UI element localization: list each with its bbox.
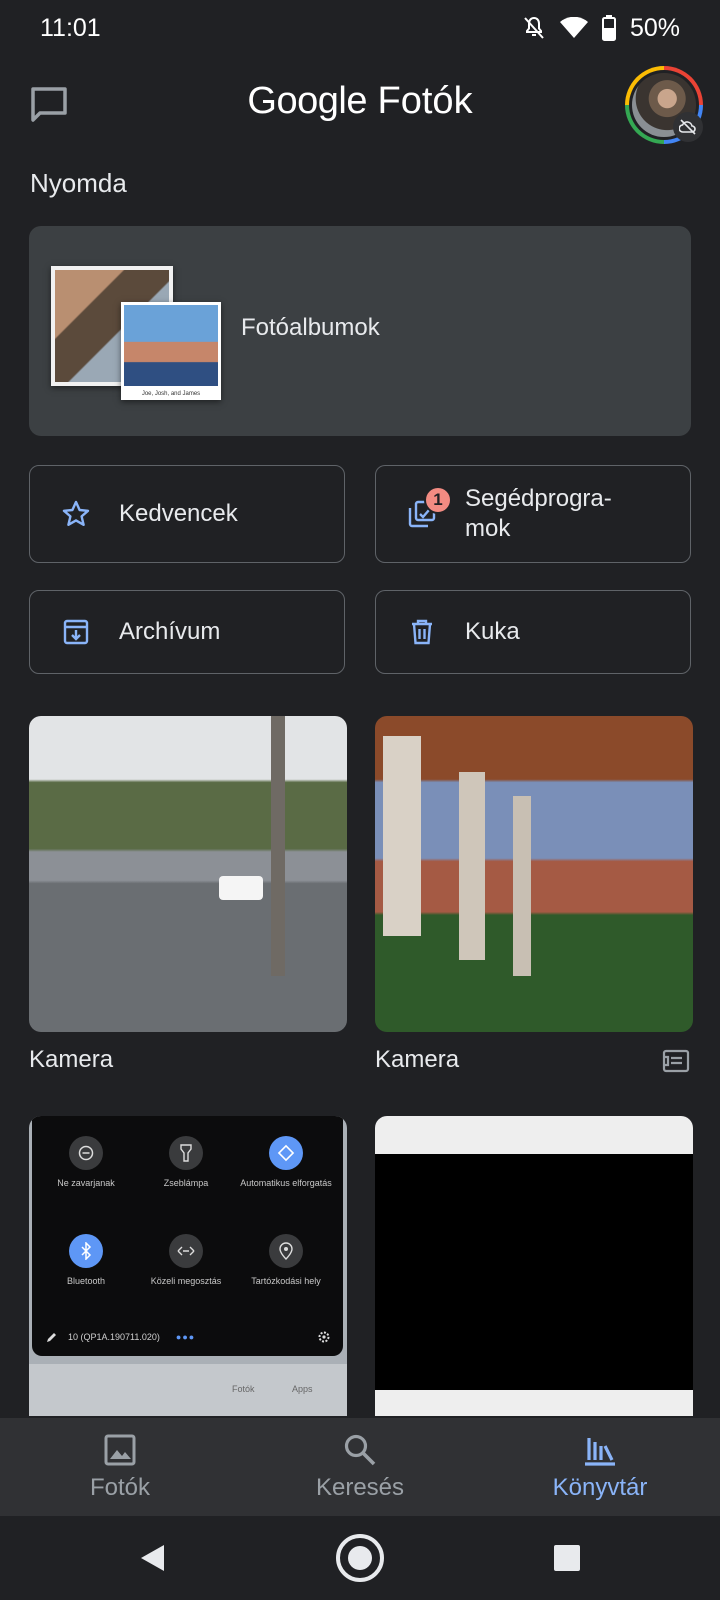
- photo-books-thumbnail: Joe, Josh, and James: [51, 266, 223, 401]
- qs-tile-label: Bluetooth: [66, 1276, 106, 1286]
- status-icons: 50%: [522, 14, 680, 43]
- album-thumbnail[interactable]: [375, 1116, 693, 1416]
- back-triangle-icon: [141, 1545, 164, 1571]
- qs-tile-label: Ne zavarjanak: [57, 1178, 115, 1188]
- utilities-label: Segédprogra- mok: [465, 485, 612, 542]
- account-avatar[interactable]: [625, 66, 703, 144]
- photo-books-label: Fotóalbumok: [241, 314, 380, 341]
- search-icon: [344, 1434, 376, 1466]
- trash-label: Kuka: [465, 618, 520, 645]
- shared-album-icon: [662, 1049, 690, 1073]
- quick-settings-screenshot: Ne zavarjanak Zseblámpa Automatikus elfo…: [32, 1116, 343, 1356]
- settings-gear-icon: [318, 1331, 330, 1343]
- recents-square-icon: [554, 1545, 580, 1571]
- qs-tile-label: Közeli megosztás: [150, 1276, 222, 1286]
- auto-rotate-icon: [269, 1136, 303, 1170]
- wifi-icon: [559, 17, 588, 38]
- location-icon: [269, 1234, 303, 1268]
- nav-search[interactable]: Keresés: [240, 1418, 480, 1516]
- status-bar: 11:01 50%: [0, 0, 720, 56]
- home-app-label: Apps: [292, 1384, 313, 1394]
- star-icon: [62, 500, 90, 526]
- favorites-button[interactable]: Kedvencek: [29, 465, 345, 563]
- app-title-brand: Google: [247, 80, 367, 122]
- trash-button[interactable]: Kuka: [375, 590, 691, 674]
- home-app-label: Fotók: [232, 1384, 255, 1394]
- nav-library[interactable]: Könyvtár: [480, 1418, 720, 1516]
- nearby-share-icon: [169, 1234, 203, 1268]
- qs-tile-label: Tartózkodási hely: [251, 1276, 321, 1286]
- do-not-disturb-icon: [69, 1136, 103, 1170]
- nav-photos[interactable]: Fotók: [0, 1418, 240, 1516]
- qs-build-number: 10 (QP1A.190711.020): [68, 1332, 160, 1342]
- nav-library-label: Könyvtár: [552, 1474, 648, 1501]
- photo-icon: [104, 1434, 136, 1466]
- app-title: Google Fotók: [0, 80, 720, 123]
- favorites-label: Kedvencek: [119, 500, 238, 527]
- home-screen-preview: Fotók Apps: [29, 1364, 347, 1416]
- page-dots: ●●●: [175, 1332, 196, 1342]
- photo-book-caption: Joe, Josh, and James: [141, 391, 201, 397]
- qs-footer: 10 (QP1A.190711.020) ●●●: [46, 1330, 331, 1344]
- bluetooth-icon: [69, 1234, 103, 1268]
- recents-button[interactable]: [552, 1516, 582, 1600]
- app-title-product: Fotók: [377, 80, 473, 122]
- utilities-badge: 1: [424, 486, 452, 514]
- album-label: Kamera: [29, 1046, 114, 1073]
- album-thumbnail[interactable]: [29, 716, 347, 1032]
- notifications-off-icon: [524, 16, 544, 39]
- library-icon: [585, 1438, 615, 1466]
- album-thumbnail[interactable]: [375, 716, 693, 1032]
- bottom-navigation: Fotók Keresés Könyvtár: [0, 1418, 720, 1516]
- utilities-button[interactable]: 1 Segédprogra- mok: [375, 465, 691, 563]
- status-time: 11:01: [40, 13, 101, 42]
- app-header: Google Fotók: [0, 58, 720, 150]
- flashlight-icon: [169, 1136, 203, 1170]
- album-label: Kamera: [375, 1046, 460, 1073]
- home-circle-icon: [336, 1534, 384, 1582]
- battery-icon: [601, 15, 616, 41]
- back-button[interactable]: [130, 1516, 174, 1600]
- archive-label: Archívum: [119, 618, 221, 645]
- battery-percent: 50%: [629, 13, 680, 42]
- system-navigation-bar: [0, 1516, 720, 1600]
- trash-icon: [412, 619, 432, 645]
- nav-photos-label: Fotók: [89, 1474, 151, 1501]
- archive-icon: [63, 619, 89, 645]
- qs-tile-label: Zseblámpa: [163, 1178, 209, 1188]
- nav-search-label: Keresés: [315, 1474, 405, 1501]
- backup-off-icon: [673, 112, 703, 142]
- photo-books-card[interactable]: Joe, Josh, and James Fotóalbumok: [29, 226, 691, 436]
- archive-button[interactable]: Archívum: [29, 590, 345, 674]
- home-button[interactable]: [334, 1516, 386, 1600]
- qs-tile-label: Automatikus elforgatás: [240, 1178, 332, 1188]
- album-thumbnail[interactable]: Ne zavarjanak Zseblámpa Automatikus elfo…: [29, 1116, 347, 1416]
- section-title-print: Nyomda: [30, 168, 127, 198]
- edit-icon: [47, 1333, 56, 1342]
